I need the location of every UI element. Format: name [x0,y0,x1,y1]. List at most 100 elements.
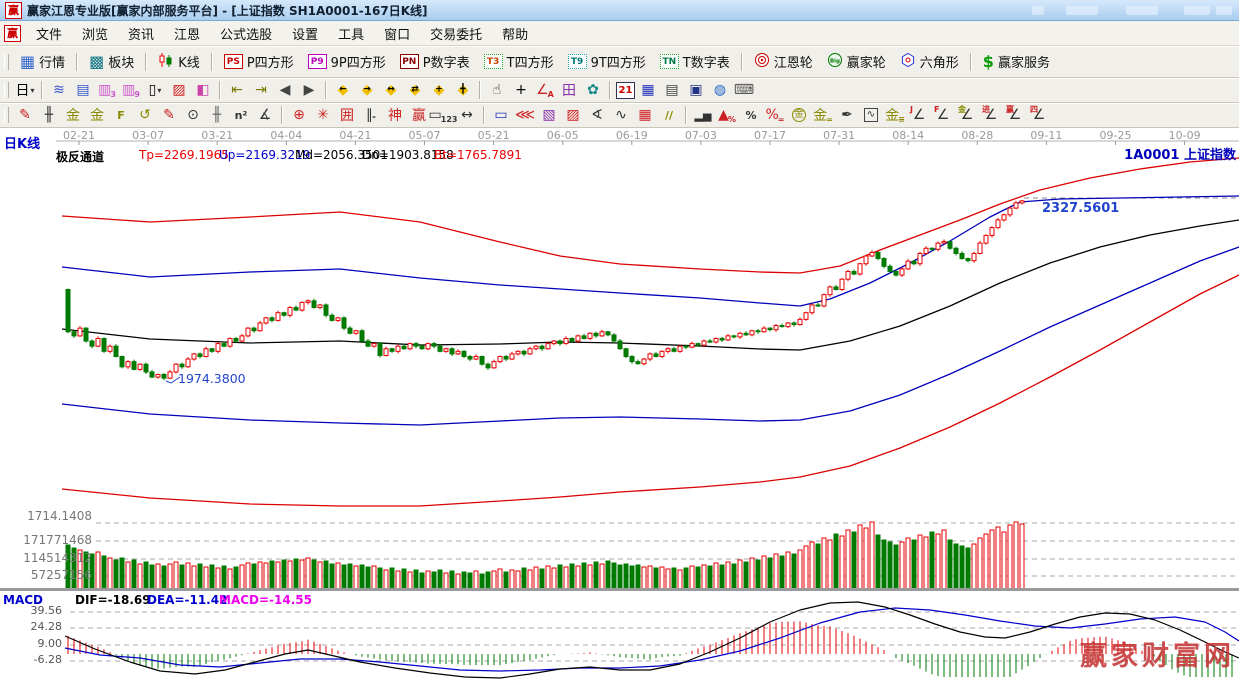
period-day-selector[interactable]: 日▾ [14,80,36,100]
width-arrow-icon[interactable]: ↔ [456,105,478,125]
p-square-button[interactable]: PSP四方形 [217,46,301,77]
export-icon[interactable]: ⌨ [733,80,755,100]
box-purple-icon[interactable]: ▧ [538,105,560,125]
quote-lines-icon[interactable]: ∥" [360,105,382,125]
gann-grid-icon[interactable]: 田 [558,80,580,100]
gold-circle-icon[interactable]: 金 [788,105,810,125]
menu-item-6[interactable]: 工具 [328,22,374,45]
grid-box-icon[interactable]: 囲 [336,105,358,125]
pencil-icon[interactable]: ✎ [14,105,36,125]
notepad-icon[interactable]: ▤ [661,80,683,100]
menu-item-3[interactable]: 江恩 [164,22,210,45]
hexagon-button[interactable]: 六角形 [893,46,966,77]
angle-a-icon[interactable]: ∡ [254,105,276,125]
kline-button-label: K线 [178,52,200,71]
winner-service-button-label: 赢家服务 [998,52,1050,71]
si-angle-icon[interactable]: ∠四 [1028,105,1050,125]
candle-style-icon[interactable]: ▯▾ [144,80,166,100]
diamond-shrink-icon[interactable]: ◆⇄ [404,80,426,100]
menu-item-8[interactable]: 交易委托 [420,22,492,45]
wave-box-icon[interactable]: ∿ [860,105,882,125]
chart-area[interactable]: 日K线 02-2103-0703-2104-0404-2105-0705-210… [0,128,1239,680]
save-icon[interactable]: ▣ [685,80,707,100]
slashes-icon[interactable]: // [658,105,680,125]
menu-item-5[interactable]: 设置 [282,22,328,45]
menu-item-0[interactable]: 文件 [26,22,72,45]
p-number-button[interactable]: PNP数字表 [393,46,477,77]
quotes-button[interactable]: ▦行情 [13,46,72,77]
next-icon[interactable]: ▶ [298,80,320,100]
n-square-icon[interactable]: n² [230,105,252,125]
jin-angle-icon[interactable]: ∠进 [980,105,1002,125]
fibonacci-icon[interactable]: F [110,105,132,125]
hash-small-icon[interactable]: ╫ [206,105,228,125]
macd-macd-value: MACD=-14.55 [219,593,312,607]
ink-pen-icon[interactable]: ✒ [836,105,858,125]
p9-square-button[interactable]: P99P四方形 [301,46,393,77]
pattern-box-icon[interactable]: ▨ [168,80,190,100]
protractor-icon[interactable]: ∠A [534,80,556,100]
fan-lines-icon[interactable]: ⋘ [514,105,536,125]
ying-angle-icon[interactable]: ∠赢 [1004,105,1026,125]
j-angle-icon[interactable]: ∠J [908,105,930,125]
document-icon[interactable]: ▤ [72,80,94,100]
diamond-left-icon[interactable]: ◆← [332,80,354,100]
hash-lines-icon[interactable]: ╫ [38,105,60,125]
bars9-icon[interactable]: ▥9 [120,80,142,100]
t-square-button[interactable]: T3T四方形 [477,46,561,77]
winner-service-button[interactable]: $赢家服务 [976,46,1057,77]
menu-item-7[interactable]: 窗口 [374,22,420,45]
hand-icon[interactable]: ☝ [486,80,508,100]
ying-icon[interactable]: 赢 [408,105,430,125]
skip-start-icon[interactable]: ⇤ [226,80,248,100]
crosshair-icon[interactable]: + [510,80,532,100]
grid-red-icon[interactable]: ▦ [634,105,656,125]
network-icon[interactable]: ◍ [709,80,731,100]
box-blue-icon[interactable]: ▭ [490,105,512,125]
flower-icon[interactable]: ✳ [312,105,334,125]
gold-section2-icon[interactable]: 金 [86,105,108,125]
gold-lines2-icon[interactable]: 金≡ [884,105,906,125]
p9-square-button-icon: P9 [308,54,327,69]
diamond-grid-icon[interactable]: ◆╋ [452,80,474,100]
diamond-cross-icon[interactable]: ◆+ [428,80,450,100]
angle-check-icon[interactable]: ∢ [586,105,608,125]
color-bars-icon[interactable]: ◧ [192,80,214,100]
t9-square-button[interactable]: T99T四方形 [561,46,653,77]
ruler-icon[interactable]: ▭123 [432,105,454,125]
menu-item-9[interactable]: 帮助 [492,22,538,45]
menu-item-4[interactable]: 公式选股 [210,22,282,45]
shen-icon[interactable]: 神 [384,105,406,125]
cycle-circle-icon[interactable]: ⊙ [182,105,204,125]
prev-icon[interactable]: ◀ [274,80,296,100]
skip-end-icon[interactable]: ⇥ [250,80,272,100]
pattern-zigzag-icon[interactable]: ≋ [48,80,70,100]
percent-icon[interactable]: % [740,105,762,125]
pencil2-icon[interactable]: ✎ [158,105,180,125]
macd-dif-value: DIF=-18.69 [75,593,151,607]
gold-angle-icon[interactable]: ∠金 [956,105,978,125]
calculator-icon[interactable]: ▦ [637,80,659,100]
gold-lines-icon[interactable]: 金= [812,105,834,125]
target-icon[interactable]: ⊕ [288,105,310,125]
sectors-button[interactable]: ▩板块 [82,46,141,77]
spiral-icon[interactable]: ↺ [134,105,156,125]
gold-section-icon[interactable]: 金 [62,105,84,125]
wave-icon[interactable]: ∿ [610,105,632,125]
box-hatch-icon[interactable]: ▨ [562,105,584,125]
winner-wheel-button[interactable]: Big赢家轮 [820,46,893,77]
diamond-expand-icon[interactable]: ◆↔ [380,80,402,100]
bars3-icon[interactable]: ▥3 [96,80,118,100]
triangle-pct-icon[interactable]: ▲% [716,105,738,125]
brain-icon[interactable]: ✿ [582,80,604,100]
gann-wheel-button[interactable]: 江恩轮 [747,46,820,77]
diamond-right-icon[interactable]: ◆→ [356,80,378,100]
calendar-icon[interactable]: 21 [616,82,635,99]
percent-line-icon[interactable]: %= [764,105,786,125]
f-angle-icon[interactable]: ∠F [932,105,954,125]
kline-button[interactable]: K线 [151,46,207,77]
t-number-button[interactable]: TNT数字表 [653,46,737,77]
menu-item-1[interactable]: 浏览 [72,22,118,45]
menu-item-2[interactable]: 资讯 [118,22,164,45]
column-chart-icon[interactable]: ▂▅ [692,105,714,125]
